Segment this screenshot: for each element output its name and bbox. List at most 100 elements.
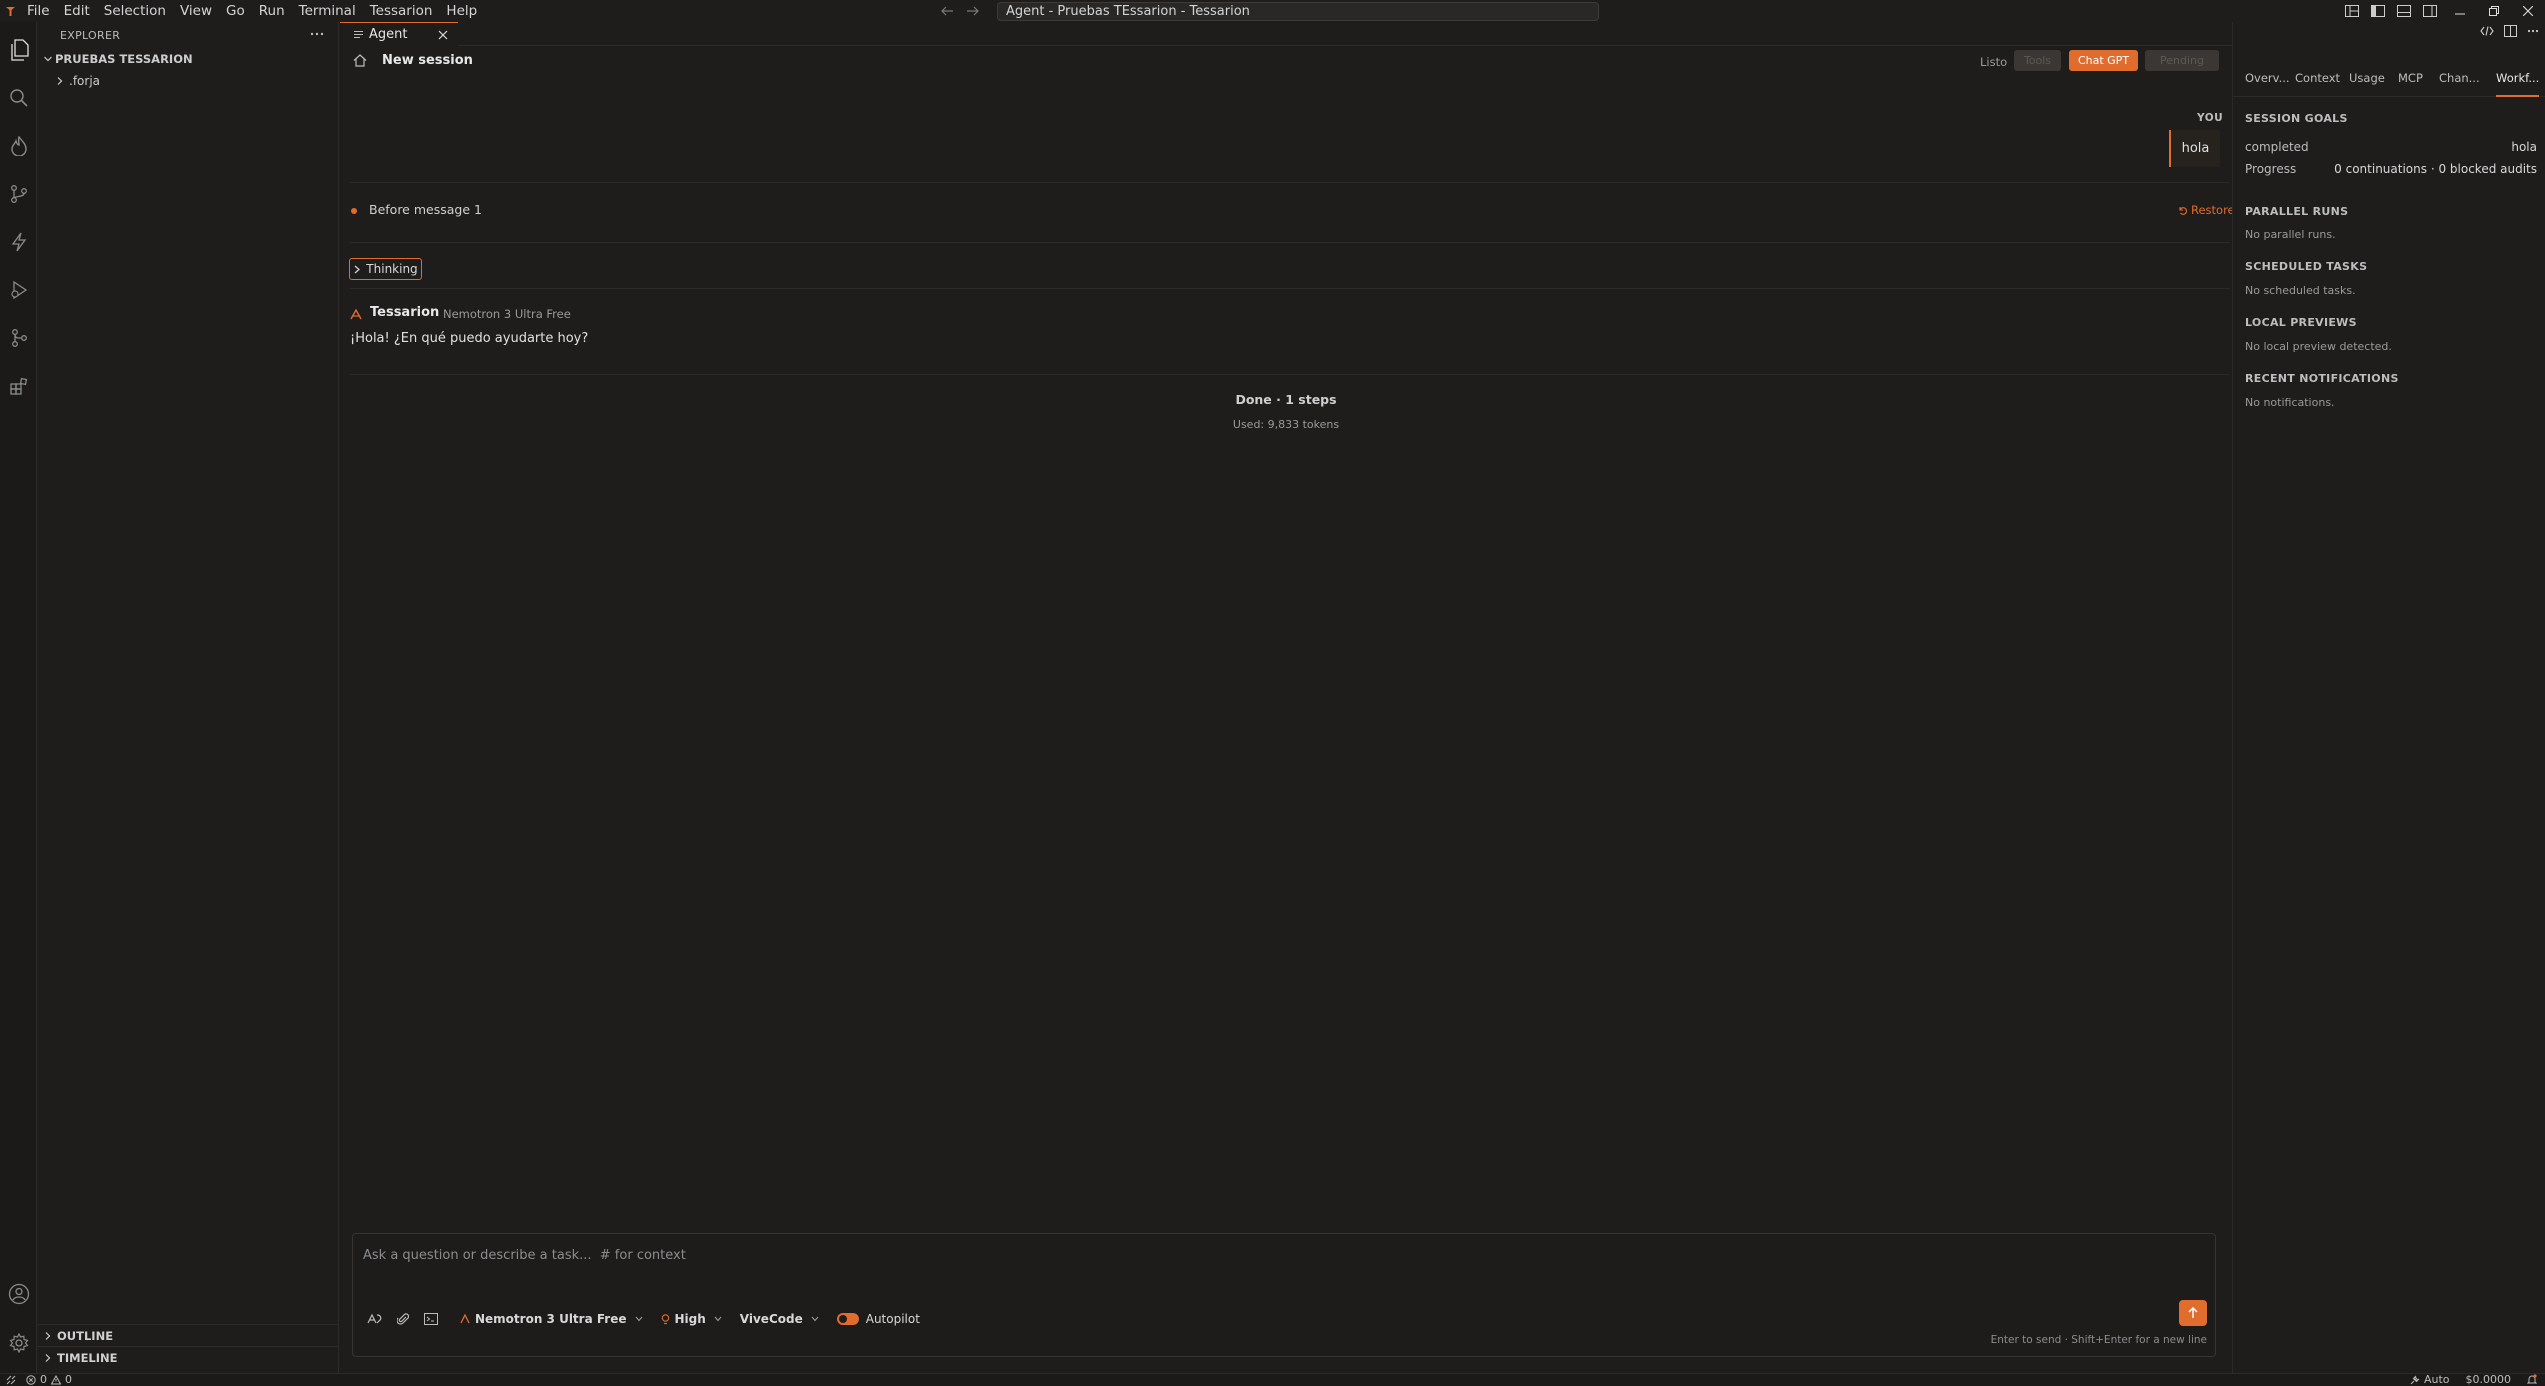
lightning-icon[interactable]	[0, 224, 37, 260]
autopilot-toggle[interactable]	[836, 1313, 859, 1325]
search-icon[interactable]	[0, 80, 37, 116]
secondary-sidebar: Overv... Context Usage MCP Chan... Workf…	[2232, 22, 2545, 1373]
command-center[interactable]: Agent - Pruebas TEssarion - Tessarion	[997, 2, 1599, 21]
menu-help[interactable]: Help	[439, 0, 484, 22]
tab-agent[interactable]: Agent	[340, 22, 458, 46]
more-actions-icon[interactable]	[310, 27, 324, 41]
toggle-secondary-sidebar-icon[interactable]	[2417, 0, 2443, 22]
close-window-icon[interactable]	[2511, 0, 2545, 22]
notifications-bell-icon[interactable]	[2527, 1374, 2537, 1385]
attach-paperclip-icon[interactable]	[389, 1308, 417, 1330]
tab-usage[interactable]: Usage	[2349, 67, 2385, 97]
title-bar: File Edit Selection View Go Run Terminal…	[0, 0, 2545, 22]
restore-label: Restore	[2191, 203, 2235, 217]
model-selector[interactable]: Nemotron 3 Ultra Free	[451, 1308, 652, 1330]
plug-icon	[2410, 1375, 2420, 1385]
divider	[350, 242, 2230, 243]
auto-mode-label: Auto	[2423, 1373, 2450, 1386]
source-control-icon[interactable]	[0, 176, 37, 212]
tab-workflow[interactable]: Workf...	[2496, 67, 2540, 97]
divider	[350, 288, 2230, 289]
forward-arrow-icon[interactable]	[966, 6, 980, 16]
tab-changes[interactable]: Chan...	[2439, 67, 2480, 97]
flame-icon[interactable]	[0, 128, 37, 164]
parallel-runs-empty: No parallel runs.	[2245, 228, 2336, 241]
parallel-runs-title: PARALLEL RUNS	[2245, 205, 2349, 218]
mode-selector[interactable]: ViveCode	[731, 1308, 828, 1330]
toggle-panel-icon[interactable]	[2391, 0, 2417, 22]
send-button[interactable]	[2179, 1300, 2207, 1326]
editor-tab-bar: Agent	[340, 22, 2232, 46]
toggle-primary-sidebar-icon[interactable]	[2365, 0, 2391, 22]
extensions-icon[interactable]	[0, 368, 37, 404]
remote-icon[interactable]	[6, 1375, 16, 1385]
customize-layout-icon[interactable]	[2339, 0, 2365, 22]
restore-icon	[2178, 206, 2187, 215]
run-debug-icon[interactable]	[0, 272, 37, 308]
explorer-title: EXPLORER	[60, 28, 121, 42]
menu-edit[interactable]: Edit	[57, 0, 97, 22]
arrow-up-icon	[2188, 1307, 2198, 1319]
menu-go[interactable]: Go	[219, 0, 252, 22]
auto-mode-indicator[interactable]: Auto	[2410, 1373, 2450, 1386]
branch-icon[interactable]	[0, 320, 37, 356]
terminal-icon[interactable]	[417, 1308, 445, 1330]
chevron-down-icon	[811, 1316, 819, 1322]
tree-item-forja[interactable]: .forja	[37, 70, 338, 92]
tessarion-assistant-icon	[350, 309, 362, 320]
menu-tessarion[interactable]: Tessarion	[363, 0, 440, 22]
menu-run[interactable]: Run	[252, 0, 292, 22]
prompt-input[interactable]	[353, 1234, 2215, 1276]
recent-notifications-empty: No notifications.	[2245, 396, 2335, 409]
back-arrow-icon[interactable]	[940, 6, 954, 16]
more-actions-icon[interactable]	[2527, 29, 2539, 33]
goal-value: hola	[2511, 140, 2537, 154]
pending-pill[interactable]: Pending	[2145, 50, 2219, 71]
explorer-files-icon[interactable]	[0, 32, 37, 68]
run-summary: Done · 1 steps	[1235, 392, 1337, 407]
thinking-toggle[interactable]: Thinking	[349, 258, 422, 280]
tools-pill[interactable]: Tools	[2014, 50, 2061, 71]
restore-checkpoint-button[interactable]: Restore	[2178, 203, 2235, 217]
effort-selector[interactable]: High	[652, 1308, 731, 1330]
split-editor-icon[interactable]	[2504, 25, 2517, 37]
problems-indicator[interactable]: 0 0	[26, 1373, 72, 1386]
workspace-root-folder[interactable]: PRUEBAS TESSARION	[37, 48, 338, 70]
autopilot-switch[interactable]: Autopilot	[828, 1312, 929, 1326]
lightbulb-icon	[661, 1313, 670, 1325]
checkpoint-label: Before message 1	[369, 202, 482, 217]
title-bar-controls	[2339, 0, 2545, 22]
warning-icon	[51, 1374, 61, 1385]
outline-label: OUTLINE	[57, 1328, 114, 1343]
outline-section[interactable]: OUTLINE	[37, 1324, 339, 1346]
menu-selection[interactable]: Selection	[97, 0, 173, 22]
chevron-right-icon	[353, 265, 361, 274]
home-icon[interactable]	[353, 54, 367, 67]
account-icon[interactable]	[0, 1276, 37, 1312]
tab-context[interactable]: Context	[2295, 67, 2340, 97]
code-icon[interactable]	[2480, 26, 2494, 36]
settings-gear-icon[interactable]	[0, 1325, 37, 1361]
chat-gpt-pill[interactable]: Chat GPT	[2069, 50, 2138, 71]
tab-mcp[interactable]: MCP	[2398, 67, 2423, 97]
menu-view[interactable]: View	[173, 0, 219, 22]
mode-label: ViveCode	[739, 1312, 803, 1326]
menu-terminal[interactable]: Terminal	[292, 0, 363, 22]
mention-icon[interactable]	[361, 1308, 389, 1330]
agent-tab-icon	[354, 30, 363, 39]
timeline-section[interactable]: TIMELINE	[37, 1346, 339, 1368]
tab-overview[interactable]: Overv...	[2245, 67, 2290, 97]
status-right: Auto $0.0000	[2410, 1373, 2537, 1386]
chevron-right-icon	[55, 76, 69, 86]
progress-value: 0 continuations · 0 blocked audits	[2334, 162, 2537, 176]
close-tab-icon[interactable]	[438, 30, 448, 40]
restore-window-icon[interactable]	[2477, 0, 2511, 22]
minimize-icon[interactable]	[2443, 0, 2477, 22]
chevron-down-icon	[635, 1316, 643, 1322]
token-usage: Used: 9,833 tokens	[1232, 418, 1340, 431]
menu-file[interactable]: File	[20, 0, 57, 22]
scheduled-tasks-empty: No scheduled tasks.	[2245, 284, 2356, 297]
effort-label: High	[674, 1312, 706, 1326]
recent-notifications-title: RECENT NOTIFICATIONS	[2245, 372, 2399, 385]
cost-indicator[interactable]: $0.0000	[2466, 1373, 2512, 1386]
